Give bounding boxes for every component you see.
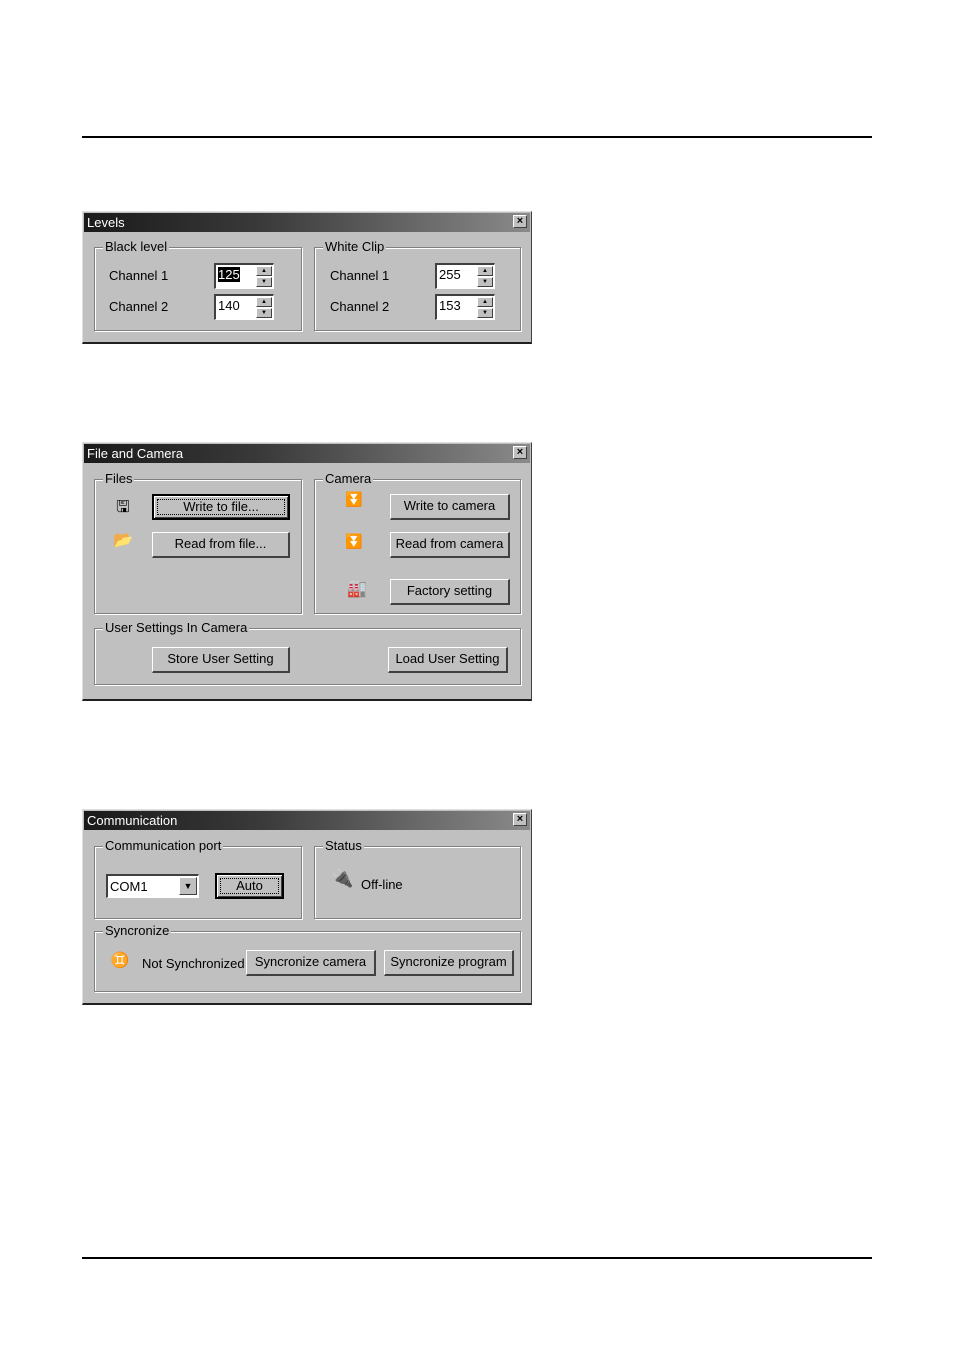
communication-port-group: Communication port COM1 ▼ Auto: [94, 838, 302, 919]
people-icon: ♊: [110, 952, 130, 969]
dropdown-arrow-icon[interactable]: ▼: [179, 877, 197, 895]
communication-title: Communication: [87, 813, 178, 828]
header-rule: [82, 136, 872, 138]
sync-status-text: Not Synchronized: [142, 956, 245, 971]
read-from-camera-icon: ⏬: [345, 533, 363, 549]
white-channel2-label: Channel 2: [330, 299, 390, 314]
white-channel1-value[interactable]: 255: [439, 267, 461, 282]
spin-down-icon[interactable]: ▼: [256, 277, 272, 287]
spin-up-icon[interactable]: ▲: [256, 297, 272, 307]
status-text: Off-line: [361, 877, 403, 892]
syncronize-program-button[interactable]: Syncronize program: [384, 950, 514, 976]
status-group: Status 🔌 Off-line: [314, 838, 521, 919]
close-icon: ×: [516, 446, 524, 458]
spin-up-icon[interactable]: ▲: [477, 266, 493, 276]
spin-up-icon[interactable]: ▲: [477, 297, 493, 307]
communication-dialog: Communication × Communication port COM1 …: [82, 809, 532, 1005]
files-label: Files: [103, 471, 135, 487]
plug-disconnected-icon: 🔌: [331, 868, 354, 888]
read-from-camera-button[interactable]: Read from camera: [390, 532, 510, 558]
auto-label: Auto: [220, 878, 279, 894]
white-clip-group: White Clip Channel 1 255 ▲ ▼ Channel 2 15…: [314, 239, 521, 331]
white-channel2-value[interactable]: 153: [439, 298, 461, 313]
footer-rule: [82, 1257, 872, 1259]
write-to-file-button[interactable]: Write to file...: [152, 494, 290, 520]
communication-port-label: Communication port: [103, 838, 224, 854]
file-camera-close-button[interactable]: ×: [513, 446, 527, 459]
black-channel2-value[interactable]: 140: [218, 298, 240, 313]
white-channel2-spinner[interactable]: 153 ▲ ▼: [435, 294, 495, 320]
levels-titlebar[interactable]: Levels ×: [84, 213, 530, 232]
write-to-camera-button[interactable]: Write to camera: [390, 494, 510, 520]
auto-button[interactable]: Auto: [215, 873, 284, 899]
communication-close-button[interactable]: ×: [513, 813, 527, 826]
user-settings-label: User Settings In Camera: [103, 620, 250, 636]
file-camera-titlebar[interactable]: File and Camera ×: [84, 444, 530, 463]
files-group: Files 🖫 Write to file... 📂 Read from fil…: [94, 471, 302, 614]
factory-setting-button[interactable]: Factory setting: [390, 579, 510, 605]
white-channel1-label: Channel 1: [330, 268, 390, 283]
black-channel2-label: Channel 2: [109, 299, 169, 314]
load-user-setting-button[interactable]: Load User Setting: [388, 647, 508, 673]
black-level-group: Black level Channel 1 125 ▲ ▼ Channel 2 1…: [94, 239, 302, 331]
status-label: Status: [323, 838, 364, 854]
spin-down-icon[interactable]: ▼: [477, 308, 493, 318]
write-to-file-label: Write to file...: [157, 499, 285, 515]
black-level-label: Black level: [103, 239, 170, 255]
camera-group: Camera ⏬ Write to camera ⏬ Read from cam…: [314, 471, 521, 614]
store-user-setting-button[interactable]: Store User Setting: [152, 647, 290, 673]
black-channel1-label: Channel 1: [109, 268, 169, 283]
black-channel1-value[interactable]: 125: [218, 267, 240, 282]
spin-down-icon[interactable]: ▼: [256, 308, 272, 318]
black-channel2-spinner[interactable]: 140 ▲ ▼: [214, 294, 274, 320]
levels-close-button[interactable]: ×: [513, 215, 527, 228]
communication-titlebar[interactable]: Communication ×: [84, 811, 530, 830]
levels-title: Levels: [87, 215, 125, 230]
white-channel1-spinner[interactable]: 255 ▲ ▼: [435, 263, 495, 289]
close-icon: ×: [516, 215, 524, 227]
write-to-camera-icon: ⏬: [345, 491, 363, 507]
file-camera-dialog: File and Camera × Files 🖫 Write to file.…: [82, 442, 532, 701]
spin-up-icon[interactable]: ▲: [256, 266, 272, 276]
read-from-file-button[interactable]: Read from file...: [152, 532, 290, 558]
white-clip-label: White Clip: [323, 239, 387, 255]
open-folder-icon: 📂: [113, 532, 133, 549]
black-channel1-spinner[interactable]: 125 ▲ ▼: [214, 263, 274, 289]
user-settings-group: User Settings In Camera Store User Setti…: [94, 620, 521, 685]
file-camera-title: File and Camera: [87, 446, 184, 461]
syncronize-camera-button[interactable]: Syncronize camera: [246, 950, 376, 976]
syncronize-label: Syncronize: [103, 923, 172, 939]
floppy-disk-icon: 🖫: [116, 499, 130, 516]
levels-dialog: Levels × Black level Channel 1 125 ▲ ▼ Ch…: [82, 211, 532, 344]
close-icon: ×: [516, 813, 524, 825]
syncronize-group: Syncronize ♊ Not Synchronized Syncronize…: [94, 923, 521, 992]
factory-icon: 🏭: [347, 581, 367, 598]
spin-down-icon[interactable]: ▼: [477, 277, 493, 287]
com-port-value: COM1: [110, 879, 148, 894]
camera-label: Camera: [323, 471, 374, 487]
com-port-select[interactable]: COM1 ▼: [106, 874, 199, 898]
